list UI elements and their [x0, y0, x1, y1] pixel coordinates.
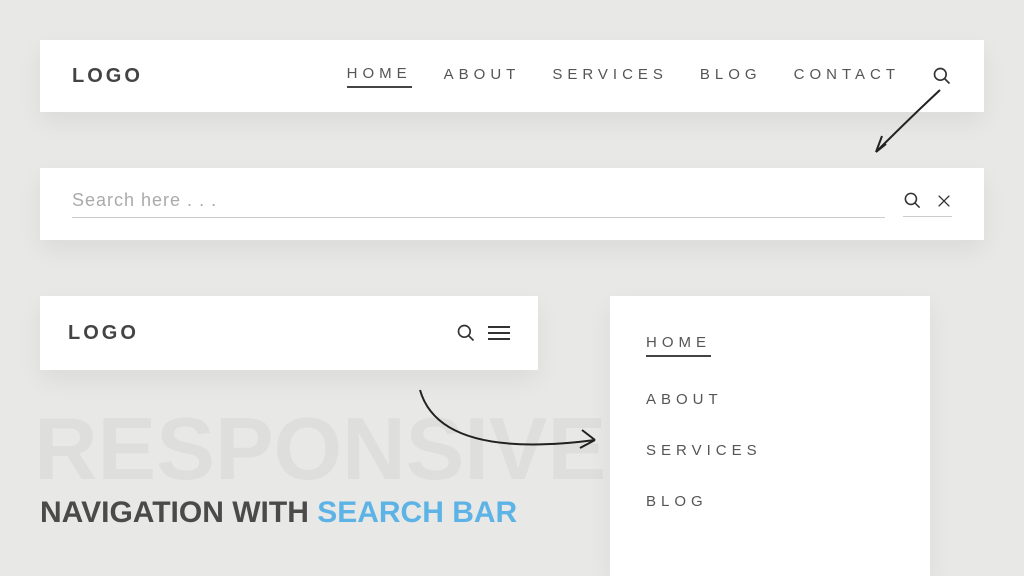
nav-link-home[interactable]: HOME [347, 65, 412, 88]
search-icon[interactable] [932, 66, 952, 86]
dropdown-item-home[interactable]: HOME [646, 334, 711, 357]
hero-background-text: RESPONSIVE [34, 398, 606, 500]
navbar-desktop: LOGO HOME ABOUT SERVICES BLOG CONTACT [40, 40, 984, 112]
logo: LOGO [72, 65, 143, 88]
dropdown-item-blog[interactable]: BLOG [646, 493, 708, 510]
search-actions [903, 191, 952, 217]
close-icon[interactable] [936, 193, 952, 209]
dropdown-item-services[interactable]: SERVICES [646, 442, 762, 459]
navbar-mobile: LOGO [40, 296, 538, 370]
hero-subtitle-accent: SEARCH BAR [317, 496, 517, 529]
mobile-actions [456, 323, 510, 343]
dropdown-item-about[interactable]: ABOUT [646, 391, 723, 408]
search-input[interactable] [72, 190, 885, 218]
dropdown-menu: HOME ABOUT SERVICES BLOG [610, 296, 930, 576]
search-bar [40, 168, 984, 240]
nav-link-blog[interactable]: BLOG [700, 66, 762, 87]
hero-subtitle-main: NAVIGATION WITH [40, 496, 317, 529]
hero-subtitle: NAVIGATION WITH SEARCH BAR [40, 496, 517, 530]
search-icon[interactable] [903, 191, 922, 210]
nav-link-about[interactable]: ABOUT [444, 66, 521, 87]
search-icon[interactable] [456, 323, 476, 343]
nav-link-contact[interactable]: CONTACT [794, 66, 900, 87]
nav-links: HOME ABOUT SERVICES BLOG CONTACT [347, 65, 952, 88]
hamburger-icon[interactable] [488, 326, 510, 340]
logo-mobile: LOGO [68, 322, 139, 345]
nav-link-services[interactable]: SERVICES [552, 66, 668, 87]
